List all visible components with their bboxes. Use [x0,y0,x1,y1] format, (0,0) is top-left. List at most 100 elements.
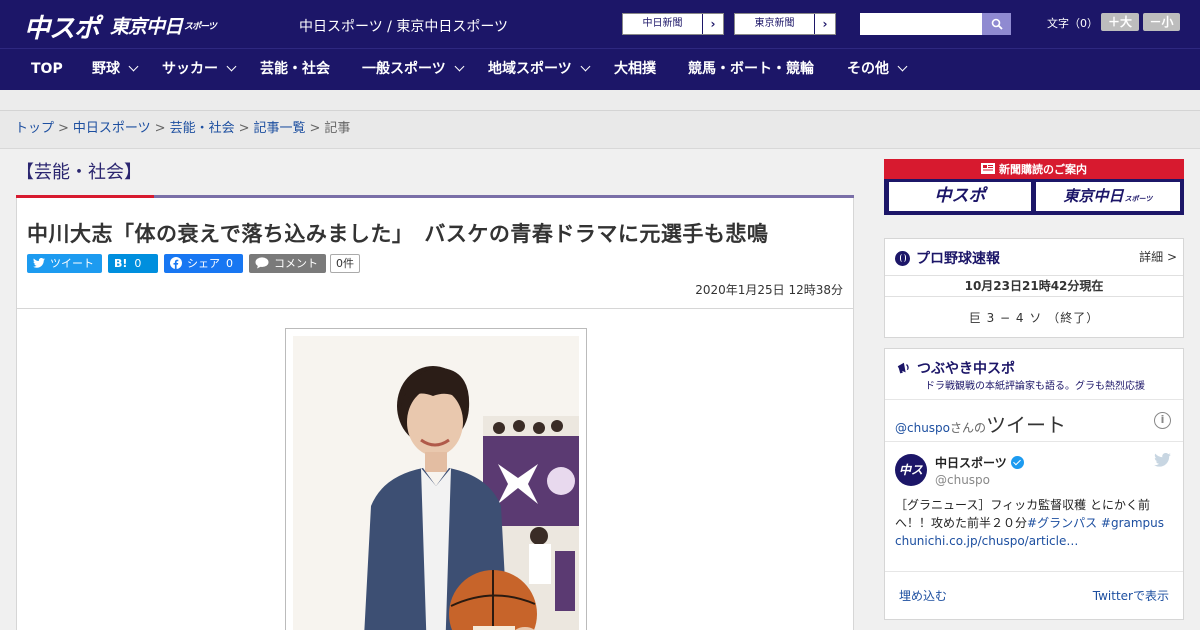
breadcrumb-article-list[interactable]: 記事一覧 [254,121,306,136]
chevron-down-icon [128,61,139,72]
main-nav: TOP 野球 サッカー 芸能・社会 一般スポーツ 地域スポーツ 大相撲 競馬・ボ… [0,48,1200,90]
hatena-count: 0 [134,256,142,270]
nav-baseball-label: 野球 [92,61,120,77]
article-photo-image [293,336,579,630]
nav-top-label: TOP [31,61,63,77]
subscription-tokyo-logo-small: スポーツ [1124,195,1153,203]
hatena-bookmark-button[interactable]: B! 0 [108,253,158,273]
nav-top[interactable]: TOP [31,49,63,91]
chevron-down-icon [226,61,237,72]
facebook-share-count: 0 [226,256,233,270]
chunichi-shimbun-link[interactable]: 中日新聞 › [622,13,724,35]
header-spacer [0,90,1200,111]
tweet-hashtag[interactable]: #グランパス [1027,516,1097,530]
chuspo-logo[interactable]: 中スポ [24,8,100,45]
timeline-header: @chuspoさんのツイート [895,409,1066,438]
nav-baseball[interactable]: 野球 [92,49,139,91]
nav-other-label: その他 [847,61,889,77]
score-timestamp: 10月23日21時42分現在 [885,275,1183,297]
breadcrumb: トップ > 中日スポーツ > 芸能・社会 > 記事一覧 > 記事 [0,111,1200,149]
tokyo-chunichi-logo[interactable]: 東京中日 スポーツ [110,12,217,39]
share-buttons: ツイート B! 0 シェア 0 コメント 0件 [27,253,360,273]
nav-regional-sports[interactable]: 地域スポーツ [488,49,591,91]
breadcrumb-separator: > [154,121,166,136]
facebook-share-button[interactable]: シェア 0 [164,253,243,273]
tsubuyaki-title: つぶやき中スポ [895,358,1015,378]
nav-general-sports[interactable]: 一般スポーツ [362,49,465,91]
breadcrumb-top[interactable]: トップ [15,121,54,136]
chuspo-logo-text: 中スポ [24,14,100,44]
nav-soccer-label: サッカー [162,61,218,77]
view-on-twitter-link[interactable]: Twitterで表示 [1093,587,1169,604]
site-name: 中日スポーツ / 東京中日スポーツ [299,19,509,35]
tokyo-logo-small: スポーツ [184,22,217,32]
article-title: 中川大志「体の衰えで落ち込みました」 バスケの青春ドラマに元選手も悲鳴 [27,222,769,246]
breadcrumb-chuspo[interactable]: 中日スポーツ [73,121,151,136]
score-result[interactable]: 巨 3 − 4 ソ （終了） [885,309,1183,326]
verified-badge-icon [1010,456,1024,469]
publish-date: 2020年1月25日 12時38分 [695,283,843,297]
breadcrumb-separator: > [238,121,250,136]
breadcrumb-current: 記事 [324,121,351,136]
tweet-author[interactable]: 中日スポーツ [935,454,1024,471]
timeline-title: ツイート [986,413,1067,437]
baseball-details-link[interactable]: 詳細 > [1139,248,1177,265]
tokyo-shimbun-link[interactable]: 東京新聞 › [734,13,836,35]
hatena-icon: B! [114,256,128,270]
nav-racing-label: 競馬・ボート・競輪 [688,61,814,77]
font-smaller-button[interactable]: －小 [1143,13,1180,31]
avatar[interactable]: 中スポ [895,454,927,509]
baseball-title-text: プロ野球速報 [916,251,1000,267]
twitter-widget: つぶやき中スポ ドラ戦観戦の本紙評論家も語る。グラも熱烈応援 @chuspoさん… [884,348,1184,620]
chevron-down-icon [580,61,591,72]
twitter-bird-icon [33,258,45,268]
nav-racing[interactable]: 競馬・ボート・競輪 [688,49,814,91]
subscription-title-text: 新聞購読のご案内 [999,163,1087,176]
font-larger-button[interactable]: ＋大 [1101,13,1139,31]
font-size-label: 文字（0） [1047,17,1098,30]
chunichi-shimbun-label: 中日新聞 [623,14,703,34]
nav-entertainment[interactable]: 芸能・社会 [260,49,330,91]
search-input[interactable] [860,13,982,35]
comment-count: 0件 [330,253,360,273]
nav-sumo-label: 大相撲 [614,61,656,77]
search-button[interactable] [982,13,1011,35]
nav-sumo[interactable]: 大相撲 [614,49,656,91]
newspaper-icon [981,163,995,174]
nav-other[interactable]: その他 [847,49,908,91]
article-photo[interactable] [293,336,579,630]
comment-label: コメント [274,257,318,270]
nav-general-sports-label: 一般スポーツ [362,61,446,77]
nav-soccer[interactable]: サッカー [162,49,237,91]
chevron-down-icon [454,61,465,72]
twitter-bird-icon[interactable] [1154,453,1171,467]
breadcrumb-separator: > [58,121,69,136]
top-header: 中スポ 東京中日 スポーツ 中日スポーツ / 東京中日スポーツ 中日新聞 › 東京… [0,0,1200,48]
tweet-text: ［グラニュース］フィッカ監督収穫 とにかく前へ！！攻めた前半２０分#グランパス … [895,496,1175,550]
tweet-link[interactable]: chunichi.co.jp/chuspo/article… [895,534,1078,548]
subscription-tokyo-logo-text: 東京中日 [1063,187,1124,205]
tsubuyaki-title-text: つぶやき中スポ [917,361,1015,377]
breadcrumb-entertainment[interactable]: 芸能・社会 [170,121,235,136]
breadcrumb-separator: > [309,121,321,136]
nav-entertainment-label: 芸能・社会 [260,61,330,77]
subscription-chuspo-logo[interactable]: 中スポ [889,182,1031,211]
speech-bubble-icon [255,257,269,269]
baseball-icon [895,250,910,266]
info-icon[interactable]: i [1154,412,1171,429]
category-heading: 【芸能・社会】 [16,162,142,183]
tokyo-logo-text: 東京中日 [110,16,183,38]
comment-button[interactable]: コメント [249,253,326,273]
tsubuyaki-subtitle: ドラ戦観戦の本紙評論家も語る。グラも熱烈応援 [925,381,1145,392]
timeline-divider [885,441,1183,442]
tweet-footer-divider [885,571,1183,572]
tweet-hashtag[interactable]: #grampus [1101,516,1164,530]
chevron-right-icon: › [710,17,716,31]
subscription-tokyo-logo[interactable]: 東京中日スポーツ [1036,182,1180,211]
widget-divider [885,399,1183,400]
embed-link[interactable]: 埋め込む [899,587,947,604]
facebook-icon [170,257,182,269]
tweet-handle[interactable]: @chuspo [935,473,990,487]
timeline-user-link[interactable]: @chuspo [895,421,950,435]
tweet-button[interactable]: ツイート [27,253,102,273]
